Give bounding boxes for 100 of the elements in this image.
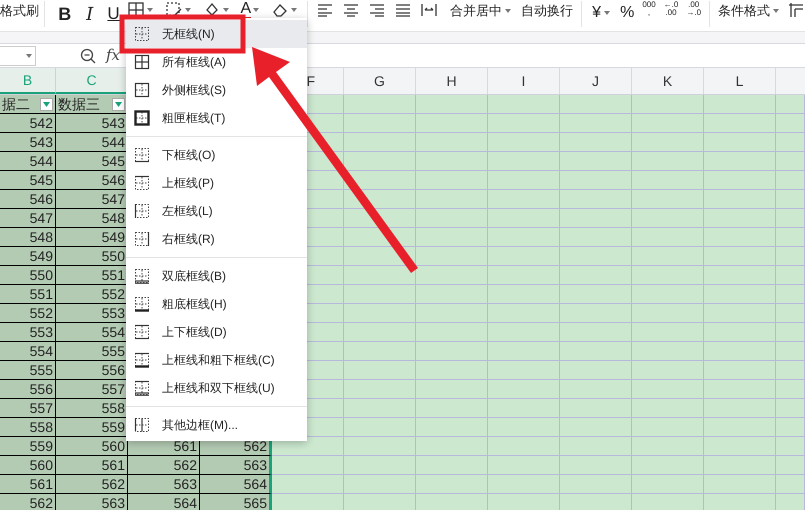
empty-cell bbox=[632, 323, 704, 342]
empty-cell bbox=[416, 228, 488, 247]
underline-button[interactable]: U bbox=[104, 1, 122, 26]
conditional-format-button[interactable]: 条件格式 bbox=[718, 1, 780, 20]
column-header[interactable]: L bbox=[704, 68, 776, 94]
empty-cell bbox=[344, 342, 416, 361]
empty-cell bbox=[776, 209, 805, 228]
column-header[interactable]: G bbox=[344, 68, 416, 94]
menu-item[interactable]: 无框线(N) bbox=[126, 20, 307, 48]
merge-center-button[interactable]: 合并居中 bbox=[450, 1, 512, 20]
italic-button[interactable]: I bbox=[80, 1, 99, 28]
column-header[interactable]: H bbox=[416, 68, 488, 94]
empty-cell bbox=[776, 437, 805, 456]
empty-cell bbox=[488, 171, 560, 190]
empty-cell bbox=[632, 437, 704, 456]
decrease-decimal-button[interactable]: .00 →.0 bbox=[686, 1, 702, 17]
empty-cell bbox=[632, 285, 704, 304]
border-style-icon bbox=[134, 175, 150, 191]
empty-cell bbox=[560, 437, 632, 456]
menu-item[interactable]: 上框线和双下框线(U) bbox=[126, 374, 307, 402]
empty-cell bbox=[776, 475, 805, 494]
empty-cell bbox=[560, 323, 632, 342]
format-painter-button[interactable]: 格式刷 bbox=[0, 1, 40, 20]
empty-cell bbox=[704, 323, 776, 342]
empty-cell bbox=[776, 228, 805, 247]
menu-item[interactable]: 粗底框线(H) bbox=[126, 290, 307, 318]
empty-cell bbox=[704, 266, 776, 285]
bold-button[interactable]: B bbox=[54, 1, 75, 28]
filter-dropdown-icon[interactable] bbox=[40, 98, 53, 110]
empty-cell bbox=[488, 114, 560, 133]
table-cell: 546 bbox=[56, 171, 128, 190]
empty-cell bbox=[632, 456, 704, 475]
menu-item[interactable]: 双底框线(B) bbox=[126, 262, 307, 290]
distributed-icon[interactable] bbox=[420, 1, 438, 19]
empty-cell bbox=[416, 171, 488, 190]
caret-icon bbox=[604, 11, 610, 15]
menu-item[interactable]: 上框线和粗下框线(C) bbox=[126, 346, 307, 374]
table-style-icon[interactable] bbox=[787, 1, 805, 19]
empty-cell bbox=[704, 190, 776, 209]
empty-cell bbox=[632, 95, 704, 114]
empty-cell bbox=[416, 247, 488, 266]
menu-item[interactable]: 下框线(O) bbox=[126, 141, 307, 169]
empty-cell bbox=[560, 304, 632, 323]
column-header[interactable]: J bbox=[560, 68, 632, 94]
empty-cell bbox=[416, 133, 488, 152]
column-header[interactable]: I bbox=[488, 68, 560, 94]
empty-cell bbox=[560, 209, 632, 228]
wrap-text-button[interactable]: 自动换行 bbox=[521, 1, 574, 20]
border-style-icon bbox=[134, 147, 150, 163]
table-cell: 554 bbox=[56, 323, 128, 342]
percent-button[interactable]: % bbox=[620, 1, 634, 25]
table-cell: 546 bbox=[0, 190, 56, 209]
empty-cell bbox=[704, 133, 776, 152]
empty-cell bbox=[704, 475, 776, 494]
column-header[interactable]: K bbox=[632, 68, 704, 94]
function-label[interactable]: fx bbox=[106, 44, 120, 67]
table-cell: 556 bbox=[56, 361, 128, 380]
menu-item[interactable]: 右框线(R) bbox=[126, 225, 307, 253]
menu-item[interactable]: 粗匣框线(T) bbox=[126, 104, 307, 132]
empty-cell bbox=[560, 247, 632, 266]
empty-cell bbox=[416, 342, 488, 361]
empty-cell bbox=[488, 475, 560, 494]
thousands-separator-button[interactable]: 000 , bbox=[642, 1, 656, 17]
table-cell: 545 bbox=[56, 152, 128, 171]
empty-cell bbox=[704, 95, 776, 114]
zoom-out-icon[interactable] bbox=[80, 48, 96, 64]
caret-icon bbox=[26, 54, 32, 58]
empty-cell bbox=[632, 418, 704, 437]
empty-cell bbox=[488, 304, 560, 323]
empty-cell bbox=[344, 456, 416, 475]
table-cell: 551 bbox=[0, 285, 56, 304]
empty-cell bbox=[776, 418, 805, 437]
table-cell: 562 bbox=[128, 456, 200, 475]
table-cell: 548 bbox=[0, 228, 56, 247]
empty-cell bbox=[344, 285, 416, 304]
menu-item[interactable]: 左框线(L) bbox=[126, 197, 307, 225]
table-cell: 544 bbox=[0, 152, 56, 171]
empty-cell bbox=[776, 133, 805, 152]
table-cell: 563 bbox=[56, 494, 128, 510]
currency-button[interactable]: ¥ bbox=[592, 1, 610, 25]
menu-item[interactable]: 其他边框(M)... bbox=[126, 411, 307, 439]
empty-cell bbox=[416, 418, 488, 437]
table-cell: 558 bbox=[56, 399, 128, 418]
empty-cell bbox=[632, 152, 704, 171]
empty-cell bbox=[488, 209, 560, 228]
increase-decimal-button[interactable]: ←.0 .00 bbox=[664, 1, 678, 17]
empty-cell bbox=[488, 437, 560, 456]
empty-cell bbox=[560, 228, 632, 247]
empty-cell bbox=[704, 437, 776, 456]
table-cell: 559 bbox=[56, 418, 128, 437]
menu-item[interactable]: 上下框线(D) bbox=[126, 318, 307, 346]
empty-cell bbox=[632, 190, 704, 209]
menu-item[interactable]: 上框线(P) bbox=[126, 169, 307, 197]
empty-cell bbox=[776, 361, 805, 380]
empty-cell bbox=[704, 114, 776, 133]
empty-cell bbox=[704, 399, 776, 418]
empty-cell bbox=[416, 399, 488, 418]
empty-cell bbox=[632, 171, 704, 190]
filter-dropdown-icon[interactable] bbox=[112, 98, 125, 110]
table-cell: 550 bbox=[56, 247, 128, 266]
